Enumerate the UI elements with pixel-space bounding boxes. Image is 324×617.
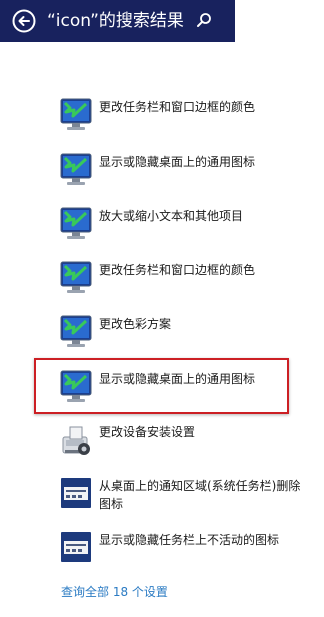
result-item-label: 更改任务栏和窗口边框的颜色 xyxy=(99,263,256,277)
page-title: “icon”的搜索结果 xyxy=(47,11,184,31)
result-item-label: 显示或隐藏桌面上的通用图标 xyxy=(99,155,256,169)
result-item-label: 更改设备安装设置 xyxy=(99,425,196,439)
display-settings-icon xyxy=(60,261,92,293)
result-item-label: 显示或隐藏桌面上的通用图标 xyxy=(99,372,256,386)
taskbar-icon xyxy=(61,478,91,508)
back-arrow-icon[interactable] xyxy=(12,9,36,33)
view-all-settings-link[interactable]: 查询全部 18 个设置 xyxy=(61,583,168,600)
result-item-label: 从桌面上的通知区域(系统任务栏)删除图标 xyxy=(99,479,301,511)
display-settings-icon xyxy=(60,315,92,347)
result-item-label: 显示或隐藏任务栏上不活动的图标 xyxy=(99,533,280,547)
search-results-page: “icon”的搜索结果 更改任务栏和窗口边框的颜色 显示或隐藏桌面上的通用图标 … xyxy=(0,0,324,617)
result-item-label: 更改任务栏和窗口边框的颜色 xyxy=(99,100,256,114)
taskbar-icon xyxy=(61,532,91,562)
display-settings-icon xyxy=(60,207,92,239)
result-item-label: 更改色彩方案 xyxy=(99,317,172,331)
search-icon[interactable] xyxy=(196,12,212,28)
display-settings-icon xyxy=(60,98,92,130)
display-settings-icon xyxy=(60,370,92,402)
device-installation-icon xyxy=(62,426,90,455)
display-settings-icon xyxy=(60,153,92,185)
search-header: “icon”的搜索结果 xyxy=(0,0,235,42)
result-item-label: 放大或缩小文本和其他项目 xyxy=(99,209,244,223)
